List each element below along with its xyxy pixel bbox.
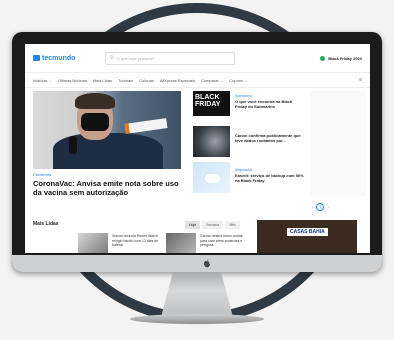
side-article-3[interactable]: Segurança Easeiit: serviço de backup com…: [235, 168, 305, 183]
main-article-category[interactable]: Pandemia: [33, 172, 51, 177]
search-input[interactable]: ⚲ O que você procura?: [105, 51, 235, 65]
mais-lidas-thumb-1[interactable]: [78, 233, 108, 253]
nav-item-cupons[interactable]: Cupons ⌄: [229, 78, 247, 83]
side-article-2[interactable]: Canon confirma publicamente que teve dad…: [235, 132, 305, 143]
search-placeholder: O que você procura?: [116, 55, 155, 61]
nav-item-tutoriais[interactable]: Tutoriais: [118, 78, 133, 83]
monitor-foot: [130, 314, 264, 324]
ad-brand-label: CASAS BAHIA: [287, 228, 328, 236]
nav-item-comparar[interactable]: Comparar ⌄: [201, 78, 223, 83]
next-arrow-icon[interactable]: ›: [327, 205, 328, 210]
website-screen: tecmundo ⚲ O que você procura? Black Fri…: [25, 44, 370, 253]
site-nav: Notícias ⌄ Últimas Notícias Mais Lidas T…: [25, 73, 370, 88]
nav-item-mais-lidas[interactable]: Mais Lidas: [93, 78, 112, 83]
side-thumb-canon[interactable]: [193, 126, 230, 157]
black-friday-link[interactable]: Black Friday 2020: [320, 55, 362, 61]
logo-mark-icon: [33, 55, 40, 61]
prev-arrow-icon[interactable]: ‹: [312, 205, 313, 210]
promo-label: Black Friday 2020: [328, 55, 362, 61]
monitor-chin: [12, 255, 382, 272]
mais-lidas-thumb-2[interactable]: [166, 233, 196, 253]
apple-logo-icon: [204, 259, 210, 268]
promo-dot-icon: [320, 55, 326, 61]
cloud-icon: [205, 174, 220, 183]
chevron-down-icon: ⌄: [244, 77, 248, 83]
nav-item-ultimas[interactable]: Últimas Notícias: [58, 78, 87, 83]
site-logo[interactable]: tecmundo: [33, 55, 93, 62]
logo-text: tecmundo: [42, 54, 76, 62]
side-thumb-cloud[interactable]: [193, 162, 230, 193]
main-article-title[interactable]: CoronaVac: Anvisa emite nota sobre uso d…: [33, 179, 183, 197]
chevron-down-icon: ⌄: [48, 77, 52, 83]
thumb-text: BLACK FRIDAY: [195, 94, 221, 108]
site-header: tecmundo ⚲ O que você procura? Black Fri…: [25, 44, 370, 73]
mais-lidas-item-1[interactable]: Xiaomi anuncia Redmi Watch, relógio bara…: [112, 234, 160, 248]
side-article-1[interactable]: Submarino O que você encontra na Black F…: [235, 94, 305, 109]
chevron-down-icon: ⌄: [219, 77, 224, 83]
ad-space: [310, 91, 366, 196]
tab-semana[interactable]: Semana: [202, 221, 224, 229]
tab-hoje[interactable]: Hoje: [185, 221, 201, 229]
tab-mes[interactable]: Mês: [225, 221, 240, 229]
side-thumb-black-friday[interactable]: BLACK FRIDAY: [193, 91, 230, 122]
nav-item-colunas[interactable]: Colunas: [139, 78, 154, 83]
casas-bahia-ad[interactable]: CASAS BAHIA: [257, 220, 357, 253]
mais-lidas-tabs: Hoje Semana Mês: [185, 221, 240, 229]
main-article-image[interactable]: [33, 91, 181, 169]
mais-lidas-item-2[interactable]: Garoto destrói micro-ondas para criar ar…: [200, 234, 248, 248]
page-number[interactable]: 1: [316, 203, 325, 211]
pagination: ‹ 1 ›: [312, 203, 329, 211]
microphone-icon: [69, 136, 77, 154]
nav-item-especiais[interactable]: AllXpress Especiais: [160, 78, 195, 83]
grid-icon[interactable]: ≡: [359, 77, 362, 83]
search-icon: ⚲: [110, 55, 114, 61]
mais-lidas-heading: Mais Lidas: [33, 221, 59, 227]
nav-item-noticias[interactable]: Notícias ⌄: [33, 78, 52, 83]
